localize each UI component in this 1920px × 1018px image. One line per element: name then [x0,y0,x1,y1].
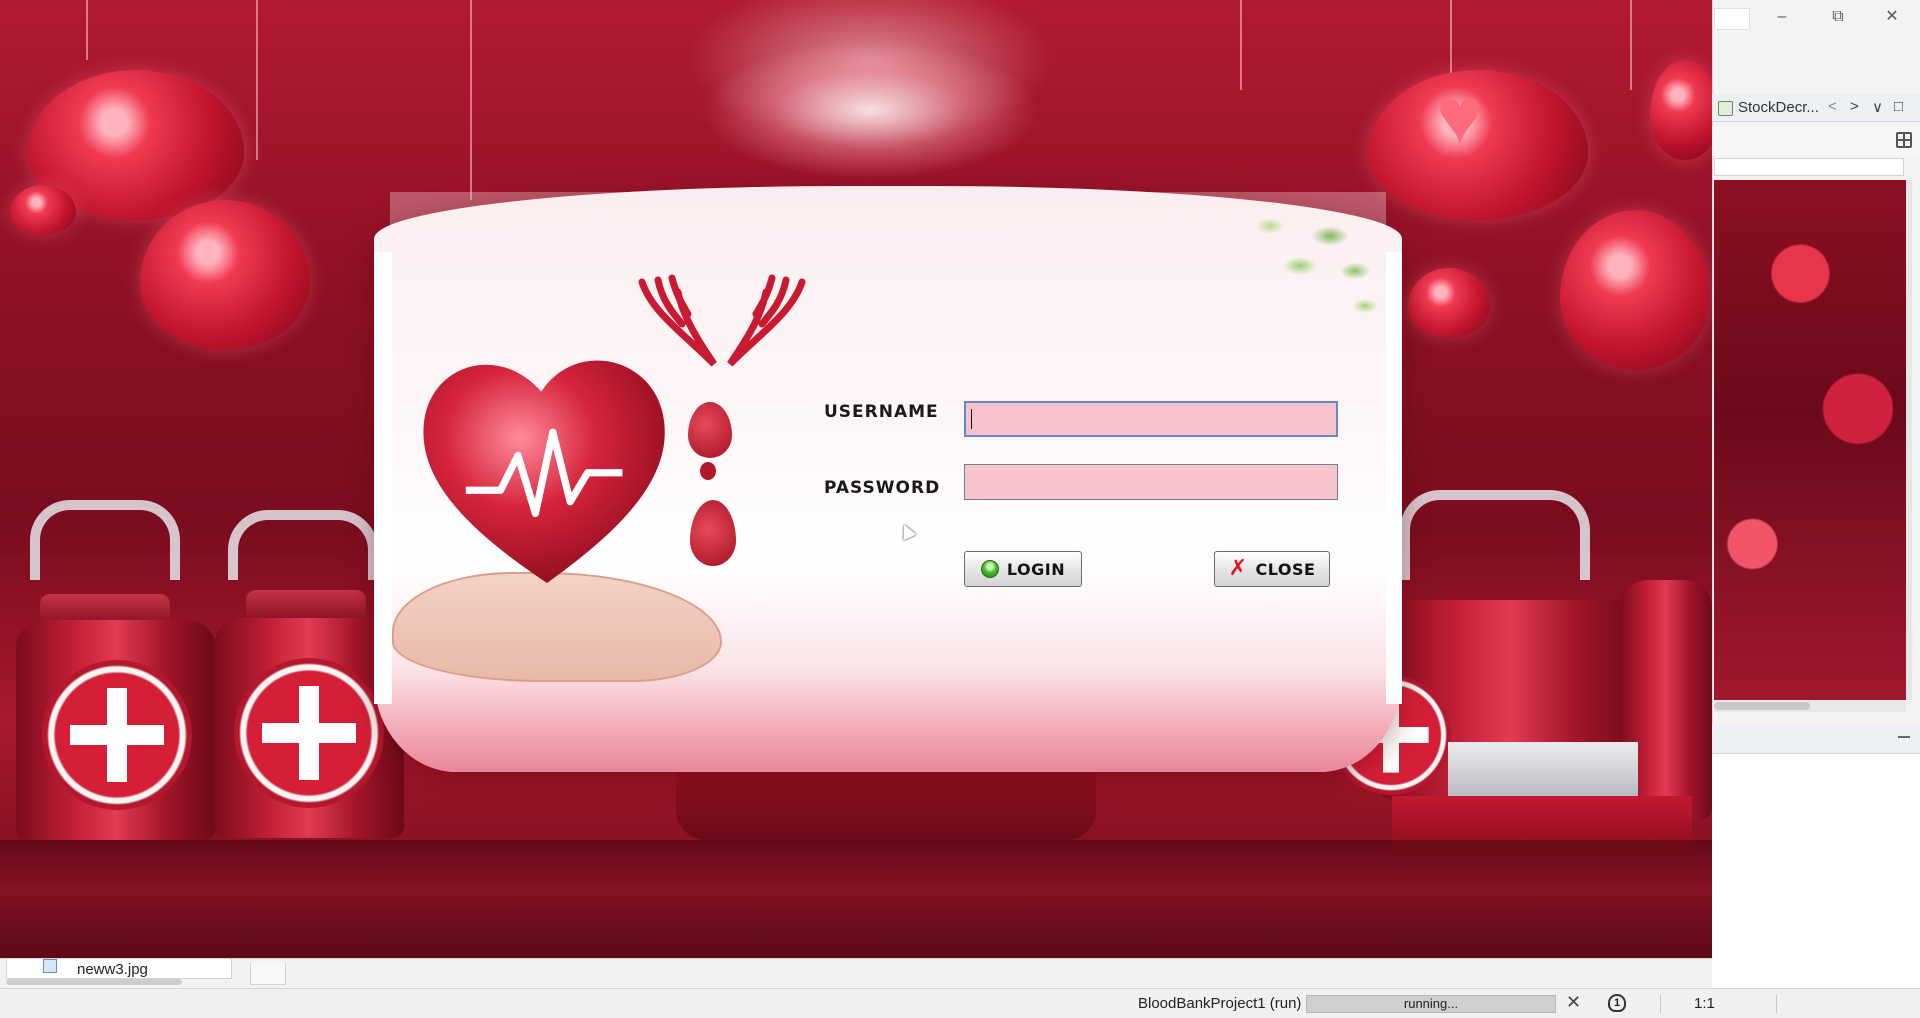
status-separator [1776,995,1777,1013]
blood-drop-ornament [1650,60,1712,160]
medical-cross-icon [42,660,192,810]
blood-drop-ornament [10,185,76,235]
tab-stockdecr-label: StockDecr... [1738,99,1819,116]
blood-drop-icon [700,462,716,480]
chevron-down-icon[interactable]: ∨ [1872,98,1883,116]
blood-drop-icon [688,402,732,458]
quick-search-box[interactable] [1714,8,1750,30]
image-file-icon [43,959,57,973]
progress-bar[interactable]: running... [1306,995,1556,1013]
username-label: USERNAME [824,402,939,422]
designer-toolbar [1712,126,1920,156]
notification-bell-icon[interactable]: 1 [1608,994,1626,1012]
image-preview [1714,180,1906,700]
editor-tab-bar: StockDecr... < > ∨ □ [1712,94,1920,122]
username-input[interactable] [964,401,1338,437]
caret-position: 1:1 [1694,995,1715,1012]
status-separator [1660,995,1661,1013]
preview-header [1714,158,1904,176]
hanging-string [470,0,472,200]
white-box [1448,742,1638,798]
scrollbar-thumb[interactable] [1714,702,1810,710]
minimize-window-icon[interactable]: – [1762,6,1802,28]
output-panel [1712,754,1920,990]
tab-stockdecr[interactable]: StockDecr... [1714,97,1825,119]
login-button-label: LOGIN [1006,559,1066,579]
hanging-string [86,0,88,60]
reflective-floor [0,840,1712,958]
blood-drop-icon [690,500,736,566]
restore-window-icon[interactable]: ⧉ [1818,6,1858,28]
jar-handle [1400,490,1590,580]
close-button[interactable]: ✗ CLOSE [1214,551,1330,587]
login-button[interactable]: LOGIN [964,551,1082,587]
file-tab[interactable]: neww3.jpg [6,959,232,979]
minimize-panel-icon[interactable] [1898,736,1910,738]
hanging-string [256,0,258,160]
red-x-icon: ✗ [1228,556,1248,581]
running-project-label: BloodBankProject1 (run) [1138,995,1302,1012]
login-window-background: ♥ USERNAME PASSWORD LOGIN ✗ CLOSE [0,0,1712,958]
file-tab-label: neww3.jpg [77,961,148,978]
java-file-icon [1718,101,1733,116]
blood-donation-logo [392,262,832,702]
blood-drop-ornament [140,200,310,350]
card-edge [1386,252,1402,704]
grid-icon[interactable] [1896,132,1912,148]
output-panel-header [1712,724,1920,754]
vertical-scrollbar[interactable] [1906,180,1912,700]
leaves-decoration [1180,196,1380,316]
green-orb-icon [980,560,999,578]
horizontal-scrollbar[interactable] [1714,700,1906,712]
chevron-right-icon[interactable]: > [1850,98,1859,115]
chevron-left-icon[interactable]: < [1828,98,1837,115]
heart-icon: ♥ [1436,71,1484,160]
close-button-label: CLOSE [1255,559,1316,579]
file-tab-scrollbar[interactable] [6,979,182,985]
ceiling-light [700,40,1040,180]
password-label: PASSWORD [824,478,941,498]
cancel-process-icon[interactable]: ✕ [1566,992,1581,1013]
card-edge [374,252,392,704]
jar-handle [228,510,378,580]
empty-tab [250,963,286,985]
progress-label: running... [1403,996,1459,1011]
hanging-string [1630,0,1632,90]
blood-drop-ornament [1408,268,1490,338]
bottle-cap [246,590,366,620]
file-tab-row: neww3.jpg [0,958,1712,988]
password-input[interactable] [964,464,1338,500]
medical-cross-icon [234,658,384,808]
close-window-icon[interactable]: ✕ [1872,6,1912,28]
maximize-icon[interactable]: □ [1894,98,1903,115]
status-bar: BloodBankProject1 (run) running... ✕ 1 1… [0,988,1920,1018]
jar-handle [30,500,180,580]
raised-hands-icon [638,274,806,367]
hanging-string [1240,0,1242,90]
blood-drop-ornament [1560,210,1710,370]
text-caret [971,409,972,429]
